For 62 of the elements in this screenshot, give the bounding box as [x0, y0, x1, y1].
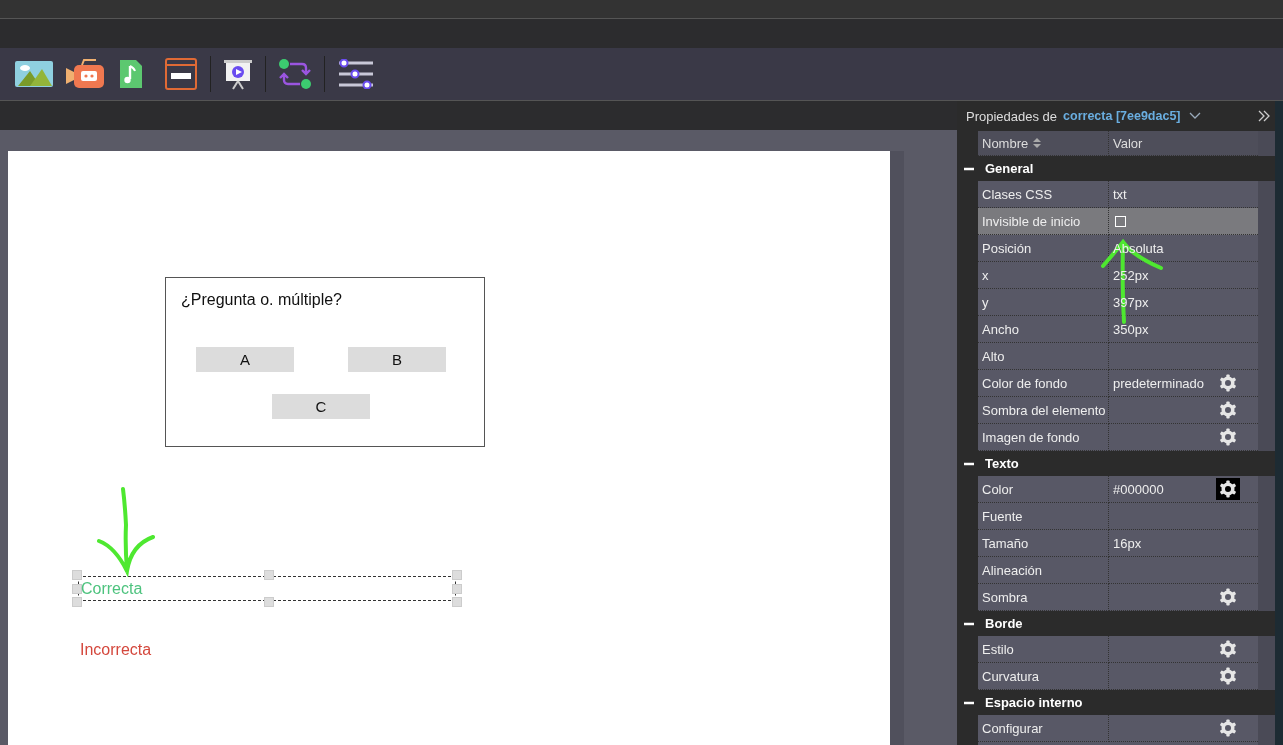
property-row[interactable]: Fuente — [978, 503, 1258, 530]
property-name: Tamaño — [982, 535, 1029, 551]
answer-option[interactable]: C — [272, 394, 370, 419]
property-name: Curvatura — [982, 668, 1040, 684]
sort-icon — [1032, 137, 1043, 149]
property-name: Sombra del elemento — [982, 402, 1106, 418]
swap-icon[interactable] — [278, 58, 312, 90]
property-name: Alineación — [982, 562, 1042, 578]
collapse-panel-icon[interactable] — [1257, 110, 1271, 122]
presentation-icon[interactable] — [223, 57, 253, 91]
property-name: Invisible de inicio — [982, 213, 1081, 229]
property-name: Ancho — [982, 321, 1019, 337]
label-text: Correcta — [81, 579, 143, 598]
property-row[interactable]: Color de fondo predeterminado — [978, 370, 1258, 397]
property-row[interactable]: Alineación — [978, 557, 1258, 584]
property-value: #000000 — [1113, 481, 1164, 497]
settings-button[interactable] — [1216, 478, 1240, 500]
property-name: Clases CSS — [982, 186, 1053, 202]
checkbox[interactable] — [1115, 215, 1126, 227]
question-text: ¿Pregunta o. múltiple? — [181, 291, 342, 309]
property-value: 16px — [1113, 535, 1142, 551]
object-selector[interactable]: correcta [7ee9dac5] — [1063, 109, 1201, 123]
property-name: y — [982, 294, 989, 310]
property-row[interactable]: Ancho 350px — [978, 316, 1258, 343]
property-value: predeterminado — [1113, 375, 1205, 391]
answer-option[interactable]: A — [196, 347, 294, 372]
resize-handle[interactable] — [264, 597, 274, 607]
property-value: 350px — [1113, 321, 1149, 337]
html-icon[interactable] — [164, 57, 198, 91]
chevron-down-icon — [1188, 112, 1201, 120]
property-name: Color de fondo — [982, 375, 1068, 391]
property-row[interactable]: Curvatura — [978, 663, 1258, 690]
video-camera-icon[interactable] — [66, 58, 106, 90]
property-name: Estilo — [982, 641, 1014, 657]
question-box[interactable]: ¿Pregunta o. múltiple? A B C — [165, 277, 485, 447]
property-row[interactable]: Sombra del elemento — [978, 397, 1258, 424]
panel-title: Propiedades de — [966, 108, 1058, 124]
label-text: Incorrecta — [80, 640, 152, 659]
property-row[interactable]: Clases CSS txt — [978, 181, 1258, 208]
property-name: Configurar — [982, 720, 1043, 736]
property-row[interactable]: Color #000000 — [978, 476, 1258, 503]
sliders-icon[interactable] — [337, 59, 375, 89]
property-name: Posición — [982, 240, 1032, 256]
property-row[interactable]: Estilo — [978, 636, 1258, 663]
property-name: Sombra — [982, 589, 1028, 605]
music-file-icon[interactable] — [118, 58, 144, 90]
property-name: Imagen de fondo — [982, 429, 1080, 445]
property-row[interactable]: Tamaño 16px — [978, 530, 1258, 557]
property-name: Fuente — [982, 508, 1023, 524]
property-row[interactable]: Sombra — [978, 584, 1258, 611]
property-name: Alto — [982, 348, 1005, 364]
property-row[interactable]: Configurar — [978, 715, 1258, 742]
property-name: x — [982, 267, 989, 283]
property-row[interactable]: Invisible de inicio — [978, 208, 1258, 235]
property-name: Color — [982, 481, 1014, 497]
image-icon[interactable] — [14, 59, 54, 89]
answer-option[interactable]: B — [348, 347, 446, 372]
property-row[interactable]: Imagen de fondo — [978, 424, 1258, 451]
text-element[interactable]: Incorrecta — [77, 637, 455, 662]
property-row[interactable]: Alto — [978, 343, 1258, 370]
resize-handle[interactable] — [264, 570, 274, 580]
property-value: txt — [1113, 186, 1127, 202]
